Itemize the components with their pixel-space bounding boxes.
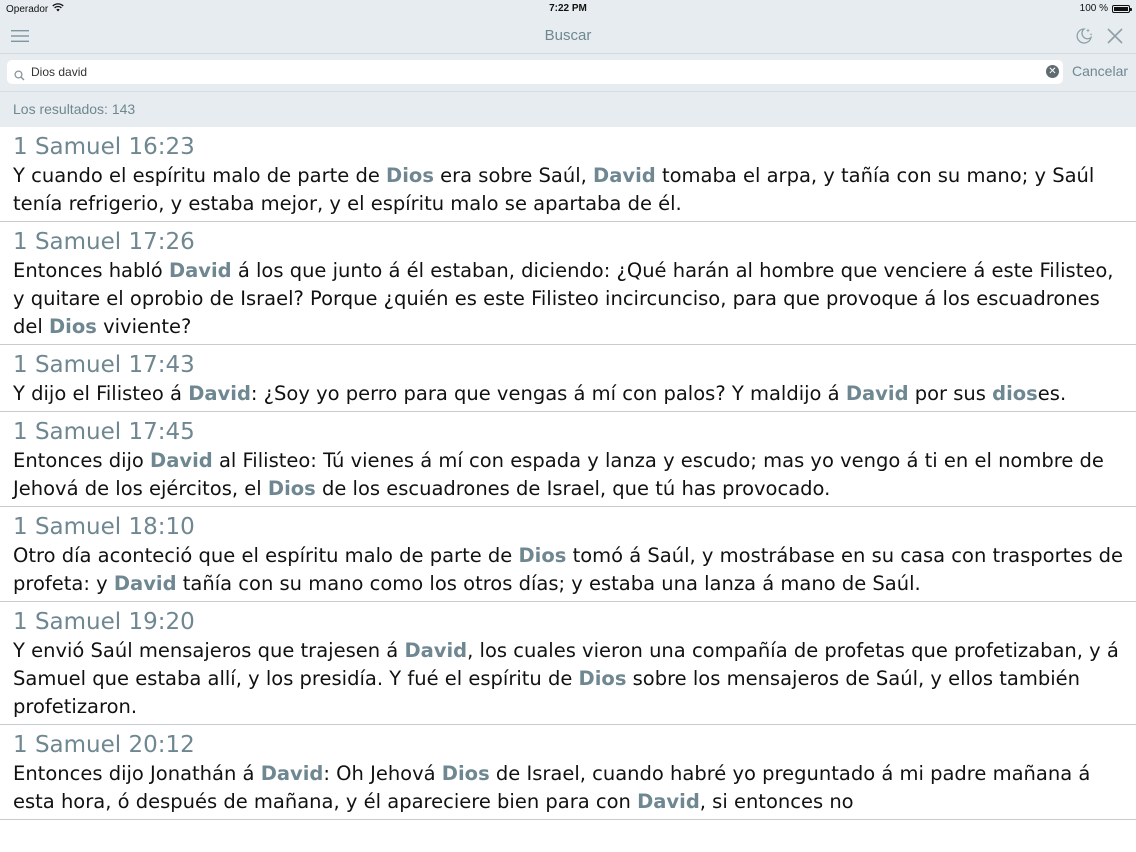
- list-item[interactable]: 1 Samuel 18:10 Otro día aconteció que el …: [0, 507, 1136, 602]
- cancel-button[interactable]: Cancelar: [1072, 63, 1128, 79]
- battery-group: 100 %: [1079, 3, 1132, 14]
- verse-text-segment: : Oh Jehová: [323, 762, 442, 785]
- search-icon: [14, 66, 25, 85]
- verse-text-segment: de los escuadrones de Israel, que tú has…: [315, 477, 831, 500]
- verse-text-segment: Entonces habló: [13, 259, 169, 282]
- verse-text: Entonces habló David á los que junto á é…: [13, 257, 1126, 341]
- results-list: 1 Samuel 16:23 Y cuando el espíritu malo …: [0, 127, 1136, 820]
- status-bar: Operador 7:22 PM 100 %: [0, 0, 1136, 18]
- highlighted-term: Dios: [441, 762, 490, 785]
- verse-reference: 1 Samuel 17:45: [13, 419, 195, 445]
- list-item[interactable]: 1 Samuel 17:26 Entonces habló David á los…: [0, 222, 1136, 345]
- highlighted-term: David: [113, 572, 177, 595]
- verse-text-segment: es.: [1037, 382, 1067, 405]
- verse-text-segment: Y envió Saúl mensajeros que trajesen á: [13, 639, 405, 662]
- list-item[interactable]: 1 Samuel 20:12 Entonces dijo Jonathán á D…: [0, 725, 1136, 820]
- clear-icon[interactable]: ✕: [1046, 65, 1059, 78]
- verse-text-segment: Entonces dijo Jonathán á: [13, 762, 261, 785]
- list-item[interactable]: 1 Samuel 17:43 Y dijo el Filisteo á David…: [0, 345, 1136, 412]
- verse-reference: 1 Samuel 18:10: [13, 514, 195, 540]
- verse-reference: 1 Samuel 17:26: [13, 229, 195, 255]
- verse-text: Y dijo el Filisteo á David: ¿Soy yo perr…: [13, 380, 1126, 408]
- highlighted-term: Dios: [386, 164, 434, 187]
- verse-text-segment: Y cuando el espíritu malo de parte de: [13, 164, 387, 187]
- verse-reference: 1 Samuel 20:12: [13, 732, 195, 758]
- verse-text-segment: Y dijo el Filisteo á: [13, 382, 189, 405]
- search-field-container[interactable]: ✕: [7, 60, 1063, 84]
- verse-text-segment: Otro día aconteció que el espíritu malo …: [13, 544, 519, 567]
- list-item[interactable]: 1 Samuel 17:45 Entonces dijo David al Fil…: [0, 412, 1136, 507]
- verse-text-segment: Entonces dijo: [13, 449, 151, 472]
- page-title: Buscar: [544, 27, 592, 44]
- verse-text-segment: : ¿Soy yo perro para que vengas á mí con…: [250, 382, 846, 405]
- highlighted-term: David: [188, 382, 251, 405]
- highlighted-term: dios: [992, 382, 1038, 405]
- results-count: Los resultados: 143: [13, 101, 136, 117]
- verse-text-segment: tañía con su mano como los otros días; y…: [176, 572, 921, 595]
- highlighted-term: Dios: [49, 315, 97, 338]
- moon-stars-icon[interactable]: [1073, 25, 1095, 47]
- status-time: 7:22 PM: [549, 3, 587, 14]
- highlighted-term: Dios: [267, 477, 316, 500]
- verse-text: Entonces dijo Jonathán á David: Oh Jehov…: [13, 760, 1126, 816]
- verse-text: Y envió Saúl mensajeros que trajesen á D…: [13, 637, 1126, 721]
- verse-text: Entonces dijo David al Filisteo: Tú vien…: [13, 447, 1126, 503]
- highlighted-term: David: [637, 790, 700, 813]
- results-header: Los resultados: 143: [0, 92, 1136, 127]
- highlighted-term: David: [593, 164, 656, 187]
- battery-percent: 100 %: [1079, 3, 1108, 14]
- navigation-bar: Buscar: [0, 18, 1136, 54]
- highlighted-term: Dios: [578, 667, 627, 690]
- highlighted-term: David: [168, 259, 232, 282]
- highlighted-term: David: [260, 762, 324, 785]
- close-icon[interactable]: [1104, 25, 1126, 47]
- verse-text: Y cuando el espíritu malo de parte de Di…: [13, 162, 1126, 218]
- verse-text-segment: viviente?: [96, 315, 192, 338]
- highlighted-term: Dios: [518, 544, 567, 567]
- battery-icon: [1112, 4, 1132, 13]
- list-item[interactable]: 1 Samuel 19:20 Y envió Saúl mensajeros qu…: [0, 602, 1136, 725]
- list-item[interactable]: 1 Samuel 16:23 Y cuando el espíritu malo …: [0, 127, 1136, 222]
- search-bar: ✕ Cancelar: [0, 54, 1136, 92]
- verse-text-segment: era sobre Saúl,: [433, 164, 594, 187]
- verse-text: Otro día aconteció que el espíritu malo …: [13, 542, 1126, 598]
- search-input[interactable]: [31, 62, 1031, 82]
- verse-reference: 1 Samuel 17:43: [13, 352, 195, 378]
- highlighted-term: David: [150, 449, 213, 472]
- app-window: Operador 7:22 PM 100 % Buscar Dios david…: [0, 0, 1136, 852]
- highlighted-term: David: [845, 382, 909, 405]
- verse-text-segment: por sus: [908, 382, 993, 405]
- verse-reference: 1 Samuel 19:20: [13, 609, 195, 635]
- verse-reference: 1 Samuel 16:23: [13, 134, 195, 160]
- highlighted-term: David: [404, 639, 468, 662]
- verse-text-segment: , si entonces no: [699, 790, 854, 813]
